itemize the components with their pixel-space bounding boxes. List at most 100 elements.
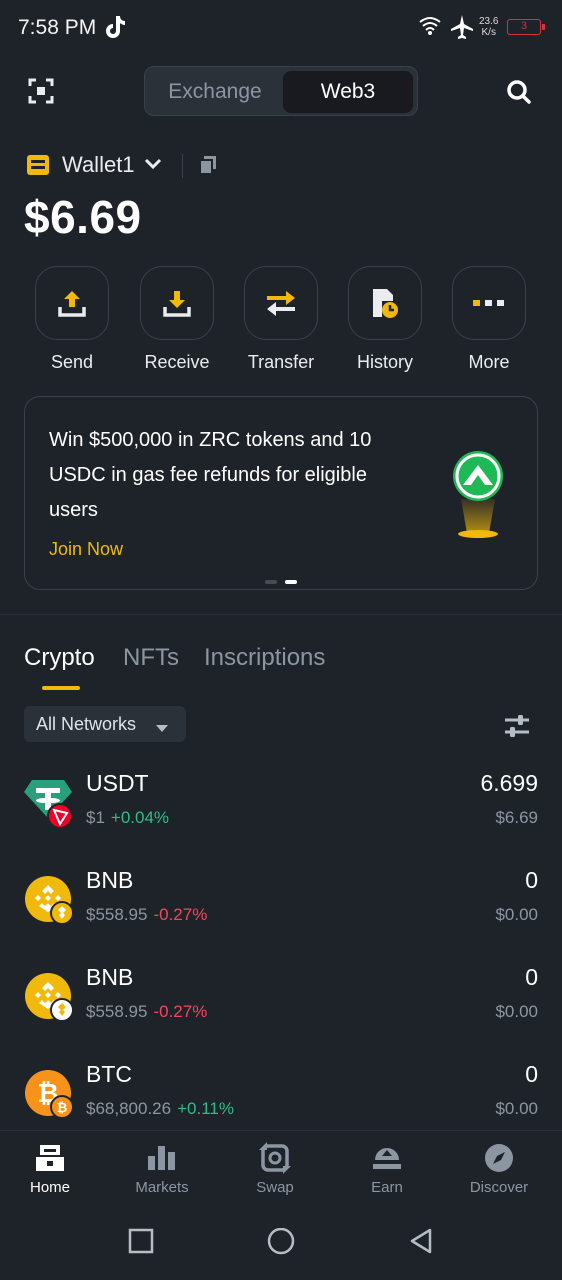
divider — [182, 154, 183, 178]
asset-row-usdt[interactable]: USDT $1 +0.04% 6.699 $6.69 — [0, 770, 562, 840]
top-bar: Exchange Web3 — [0, 66, 562, 116]
tiktok-icon — [104, 14, 126, 45]
tab-exchange[interactable]: Exchange — [149, 71, 281, 113]
recent-apps-icon[interactable] — [128, 1228, 154, 1259]
asset-row-btc[interactable]: ₿ ₿ BTC $68,800.26 +0.11% 0 $0.00 — [0, 1061, 562, 1131]
nav-markets[interactable]: Markets — [106, 1141, 218, 1196]
markets-icon — [106, 1141, 218, 1175]
asset-value: $0.00 — [495, 1099, 538, 1118]
bnb-logo-icon — [24, 875, 74, 925]
asset-amount: 6.699 — [480, 770, 538, 796]
exchange-web3-toggle: Exchange Web3 — [144, 66, 418, 116]
history-button[interactable]: History — [333, 266, 437, 373]
network-speed-value: 23.6 — [479, 16, 499, 27]
more-button[interactable]: More — [437, 266, 541, 373]
carousel-indicator — [265, 571, 305, 589]
asset-value: $6.69 — [495, 808, 538, 827]
bnb-logo-icon — [24, 972, 74, 1022]
active-tab-indicator — [42, 686, 80, 690]
earn-icon — [331, 1141, 443, 1175]
asset-price-value: $68,800.26 — [86, 1099, 172, 1118]
nav-discover-label: Discover — [469, 1179, 529, 1196]
nav-home-label: Home — [29, 1179, 70, 1196]
receive-button[interactable]: Receive — [125, 266, 229, 373]
network-speed: 23.6 K/s — [479, 16, 498, 38]
asset-row-bnb-2[interactable]: BNB $558.95 -0.27% 0 $0.00 — [0, 964, 562, 1034]
tab-inscriptions[interactable]: Inscriptions — [204, 644, 325, 672]
asset-price: $558.95 -0.27% — [86, 905, 207, 925]
battery-icon: 3 — [507, 19, 545, 35]
asset-price-value: $558.95 — [86, 1002, 148, 1021]
section-divider — [0, 614, 562, 615]
network-filter-dropdown[interactable]: All Networks — [24, 706, 186, 742]
filter-settings-icon[interactable] — [504, 714, 530, 743]
usdt-tron-logo-icon — [24, 778, 73, 829]
transfer-label: Transfer — [247, 352, 315, 372]
asset-value: $0.00 — [495, 1002, 538, 1021]
more-label: More — [468, 352, 510, 372]
svg-text:₿: ₿ — [57, 1101, 68, 1116]
quick-actions: Send Receive Transfer History More — [0, 266, 562, 376]
bottom-nav: Home Markets Swap Earn Discover — [0, 1130, 562, 1208]
copy-icon[interactable] — [198, 155, 218, 180]
wallet-name[interactable]: Wallet1 — [62, 152, 135, 178]
discover-icon — [443, 1141, 555, 1175]
promo-text: Win $500,000 in ZRC tokens and 10 USDC i… — [49, 429, 372, 521]
tab-nfts[interactable]: NFTs — [123, 644, 179, 672]
asset-name: BNB — [86, 867, 134, 893]
asset-name: BTC — [86, 1061, 132, 1087]
nav-swap-label: Swap — [256, 1179, 294, 1196]
asset-price-change: -0.27% — [153, 1002, 208, 1021]
nav-home[interactable]: Home — [0, 1141, 106, 1196]
nav-discover[interactable]: Discover — [443, 1141, 555, 1196]
status-time: 7:58 PM — [18, 16, 97, 39]
search-icon[interactable] — [506, 79, 532, 110]
asset-price-change: -0.27% — [153, 905, 208, 924]
receive-label: Receive — [144, 352, 210, 372]
asset-name: BNB — [86, 964, 134, 990]
asset-amount: 0 — [525, 964, 538, 990]
history-icon — [348, 266, 422, 340]
wallet-icon — [26, 154, 50, 181]
zrc-token-icon — [433, 449, 523, 550]
nav-earn-label: Earn — [371, 1179, 403, 1196]
asset-name: USDT — [86, 770, 149, 796]
asset-price-change: +0.04% — [110, 808, 170, 827]
carousel-dot-active — [285, 580, 297, 584]
asset-row-bnb[interactable]: BNB $558.95 -0.27% 0 $0.00 — [0, 867, 562, 937]
transfer-icon — [244, 266, 318, 340]
home-button-icon[interactable] — [266, 1227, 296, 1263]
nav-swap[interactable]: Swap — [219, 1141, 331, 1196]
asset-price-value: $1 — [86, 808, 105, 827]
tab-web3[interactable]: Web3 — [283, 71, 413, 113]
status-bar: 7:58 PM 23.6 K/s 3 — [0, 0, 562, 56]
asset-price-value: $558.95 — [86, 905, 148, 924]
chevron-down-icon[interactable] — [144, 156, 162, 177]
receive-icon — [140, 266, 214, 340]
history-label: History — [356, 352, 413, 372]
asset-price: $68,800.26 +0.11% — [86, 1099, 234, 1119]
network-filter-label: All Networks — [36, 714, 137, 734]
asset-amount: 0 — [525, 867, 538, 893]
carousel-dot — [265, 580, 277, 584]
nav-markets-label: Markets — [135, 1179, 189, 1196]
asset-price-change: +0.11% — [177, 1099, 234, 1118]
btc-logo-icon: ₿ ₿ — [24, 1069, 74, 1119]
nav-earn[interactable]: Earn — [331, 1141, 443, 1196]
asset-price: $558.95 -0.27% — [86, 1002, 207, 1022]
asset-amount: 0 — [525, 1061, 538, 1087]
asset-value: $0.00 — [495, 905, 538, 924]
back-icon[interactable] — [408, 1228, 434, 1261]
caret-down-icon — [156, 720, 168, 738]
more-icon — [452, 266, 526, 340]
tab-crypto[interactable]: Crypto — [24, 644, 95, 672]
send-button[interactable]: Send — [20, 266, 124, 373]
system-nav-bar — [0, 1208, 562, 1280]
swap-icon — [219, 1141, 331, 1175]
scan-icon[interactable] — [28, 78, 54, 109]
promo-banner[interactable]: Win $500,000 in ZRC tokens and 10 USDC i… — [24, 396, 538, 590]
transfer-button[interactable]: Transfer — [229, 266, 333, 373]
home-icon — [0, 1141, 106, 1175]
send-label: Send — [50, 352, 94, 372]
join-now-link[interactable]: Join Now — [49, 539, 123, 560]
